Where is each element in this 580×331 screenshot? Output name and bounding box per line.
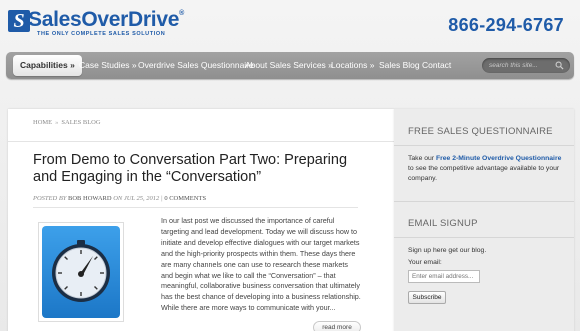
post-title[interactable]: From Demo to Conversation Part Two: Prep… [33,152,363,186]
meta-author-link[interactable]: BOB HOWARD [68,195,112,202]
nav-item-case-studies[interactable]: Case Studies » [79,52,137,79]
breadcrumb-home[interactable]: HOME [33,119,52,126]
logo-mark: S [8,10,30,32]
post-meta: POSTED BY BOB HOWARD ON JUL 25, 2012 | 0… [33,195,206,202]
meta-posted-by: POSTED BY [33,195,67,202]
read-more-button[interactable]: read more [313,321,361,331]
search-box [482,58,570,73]
divider [33,207,358,208]
subscribe-button[interactable]: Subscribe [408,291,446,304]
divider [8,141,394,142]
search-icon[interactable] [555,61,564,70]
questionnaire-link[interactable]: Free 2-Minute Overdrive Questionnaire [436,155,561,162]
thumbnail-background [42,226,120,318]
phone-number[interactable]: 866-294-6767 [448,15,564,36]
divider [394,201,574,202]
questionnaire-widget-title: FREE SALES QUESTIONNAIRE [408,126,553,137]
search-input[interactable] [489,58,557,73]
nav-item-locations[interactable]: Locations » [331,52,374,79]
email-field[interactable] [408,270,480,283]
sidebar: FREE SALES QUESTIONNAIRE Take our Free 2… [394,109,574,331]
email-signup-text: Sign up here get our blog. [408,247,487,254]
divider [394,237,574,238]
main-content: HOME» SALES BLOG From Demo to Conversatio… [8,109,394,331]
gauge-icon [52,240,110,302]
breadcrumb-separator: » [55,119,59,126]
email-signup-title: EMAIL SIGNUP [408,218,478,229]
nav-item-contact[interactable]: Contact [422,52,451,79]
meta-date: ON JUL 25, 2012 | [113,195,163,202]
nav-item-sales-blog[interactable]: Sales Blog [379,52,420,79]
email-label: Your email: [408,259,442,266]
questionnaire-text: Take our Free 2-Minute Overdrive Questio… [408,155,562,182]
post-thumbnail[interactable] [38,222,124,322]
site-header: S SalesOverDrive® The Only Complete Sale… [0,0,580,50]
logo-wordmark: SalesOverDrive® [28,8,184,31]
nav-item-about-sales-services[interactable]: About Sales Services » [245,52,333,79]
divider [394,145,574,146]
main-nav: Capabilities » Case Studies » Overdrive … [6,52,574,79]
nav-item-capabilities[interactable]: Capabilities » [13,55,82,76]
nav-item-questionnaire[interactable]: Overdrive Sales Questionnaire [138,52,254,79]
meta-comments-link[interactable]: 0 COMMENTS [164,195,206,202]
breadcrumb-current: SALES BLOG [61,119,101,126]
post-excerpt: In our last post we discussed the import… [161,216,361,313]
breadcrumb: HOME» SALES BLOG [33,119,101,126]
logo-tagline: The Only Complete Sales Solution [37,31,166,37]
